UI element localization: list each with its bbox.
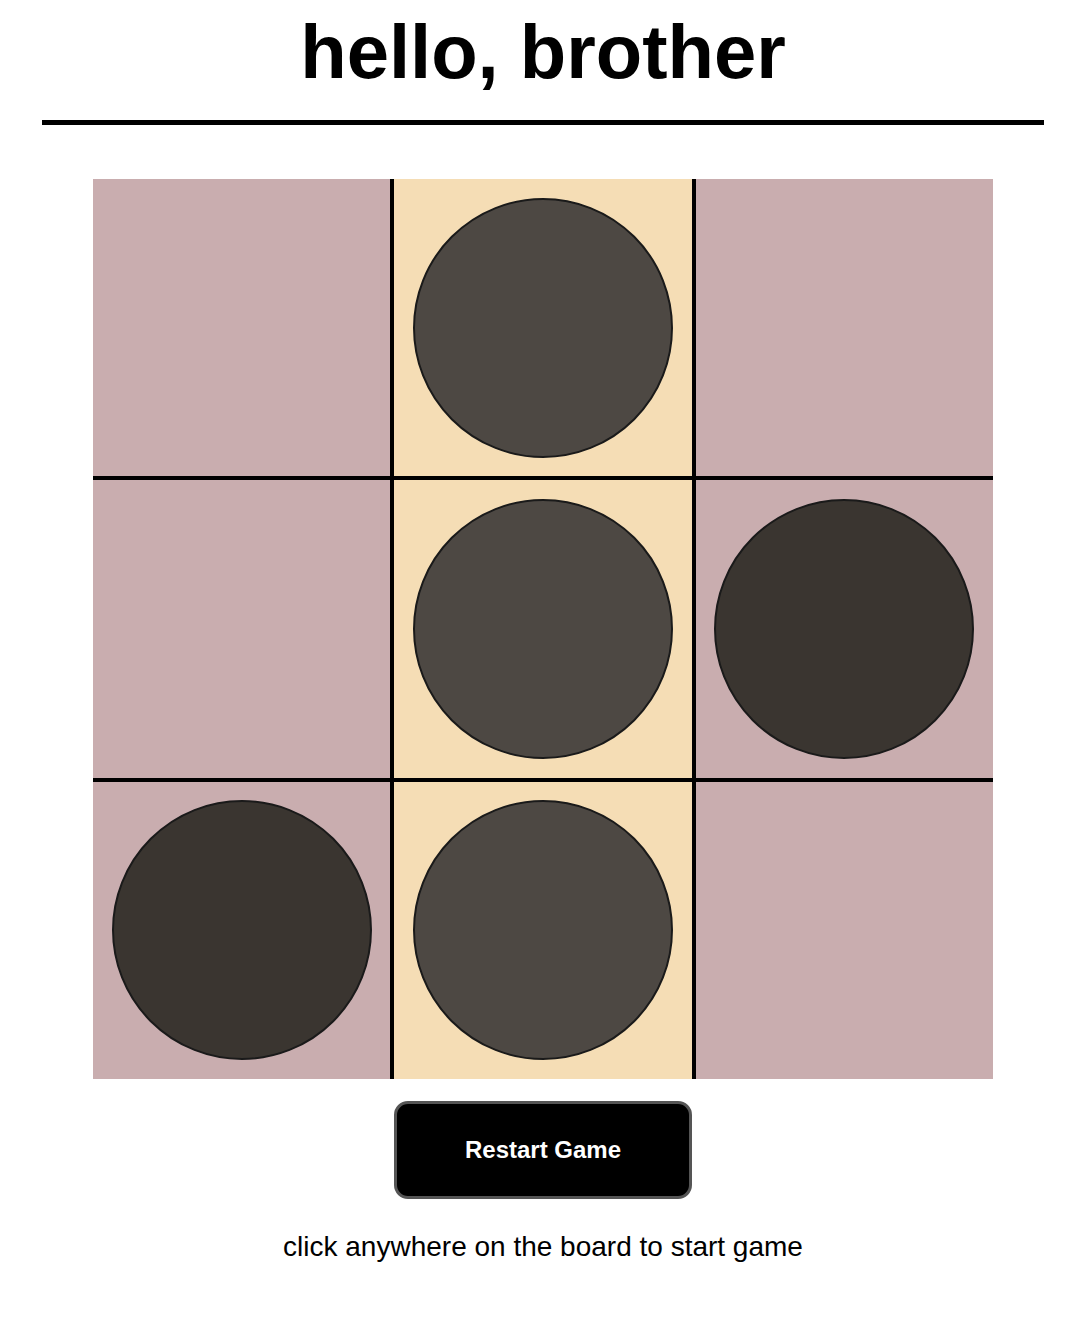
- board-cell[interactable]: [696, 480, 993, 777]
- board-cell[interactable]: [93, 179, 390, 476]
- board-cell[interactable]: [93, 782, 390, 1079]
- damon-piece: [413, 198, 673, 458]
- empty-slot: [241, 327, 242, 328]
- restart-button[interactable]: Restart Game: [394, 1101, 692, 1199]
- title-divider: [42, 120, 1044, 125]
- stefan-piece: [112, 800, 372, 1060]
- page-title: hello, brother: [300, 0, 786, 120]
- empty-slot: [844, 327, 845, 328]
- status-text: click anywhere on the board to start gam…: [283, 1229, 803, 1265]
- board-cell[interactable]: [93, 480, 390, 777]
- board-cell[interactable]: [394, 480, 691, 777]
- board-cell[interactable]: [696, 179, 993, 476]
- stefan-piece: [714, 499, 974, 759]
- board-cell[interactable]: [696, 782, 993, 1079]
- damon-piece: [413, 800, 673, 1060]
- empty-slot: [241, 628, 242, 629]
- game-board[interactable]: [93, 179, 993, 1079]
- board-cell[interactable]: [394, 179, 691, 476]
- damon-piece: [413, 499, 673, 759]
- board-cell[interactable]: [394, 782, 691, 1079]
- empty-slot: [844, 930, 845, 931]
